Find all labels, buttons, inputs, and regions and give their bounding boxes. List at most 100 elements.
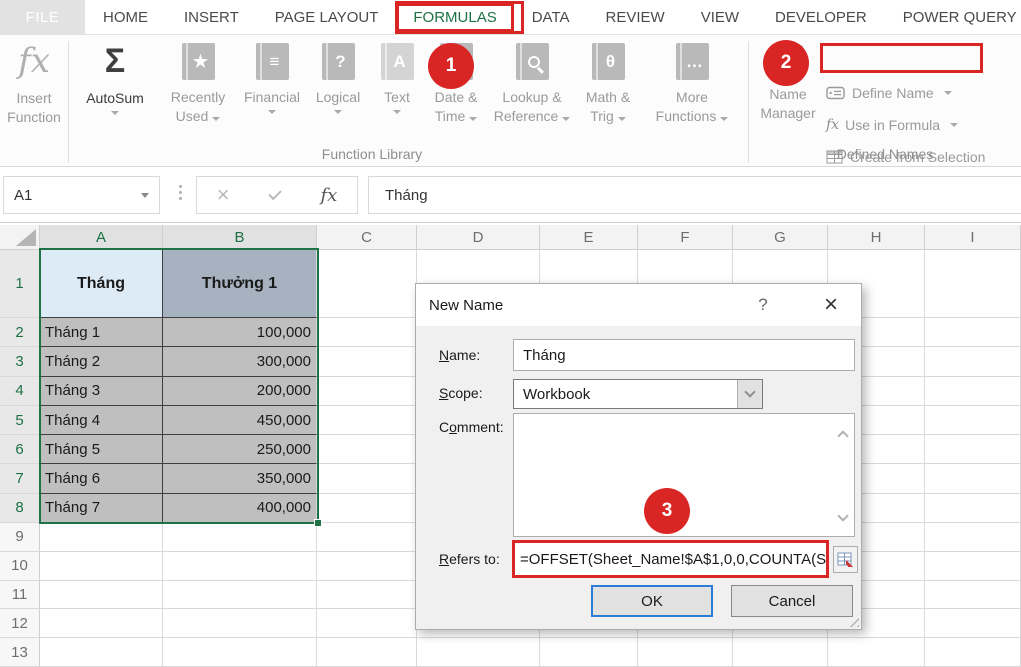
column-header-H[interactable]: H (828, 225, 925, 250)
tab-review[interactable]: REVIEW (588, 3, 683, 32)
row-header-5[interactable]: 5 (0, 406, 40, 435)
scope-dropdown-arrow-button[interactable] (737, 380, 762, 408)
scroll-up-icon[interactable] (837, 430, 848, 441)
row-header-9[interactable]: 9 (0, 523, 40, 552)
row-header-10[interactable]: 10 (0, 552, 40, 581)
column-header-C[interactable]: C (317, 225, 417, 250)
row-header-11[interactable]: 11 (0, 581, 40, 610)
cell-B5[interactable]: 450,000 (163, 406, 317, 435)
tab-home[interactable]: HOME (85, 3, 166, 32)
row-header-7[interactable]: 7 (0, 464, 40, 493)
row-header-6[interactable]: 6 (0, 435, 40, 464)
define-name-button[interactable]: Define Name (826, 81, 952, 105)
row-header-8[interactable]: 8 (0, 494, 40, 523)
cell-A13[interactable] (40, 638, 163, 667)
insert-function-button[interactable]: fx Insert Function (2, 41, 66, 163)
tab-developer[interactable]: DEVELOPER (757, 3, 885, 32)
cell-C13[interactable] (317, 638, 417, 667)
cell-I1[interactable] (925, 250, 1021, 318)
cell-G13[interactable] (733, 638, 828, 667)
use-in-formula-button[interactable]: fx Use in Formula (826, 113, 958, 137)
cell-I6[interactable] (925, 435, 1021, 464)
help-button[interactable]: ? (750, 292, 776, 318)
column-header-G[interactable]: G (733, 225, 828, 250)
formula-input[interactable]: Tháng (368, 176, 1021, 214)
cell-I9[interactable] (925, 523, 1021, 552)
close-button[interactable]: × (816, 290, 846, 320)
cell-B2[interactable]: 100,000 (163, 318, 317, 347)
cancel-entry-icon[interactable]: × (217, 185, 230, 205)
cell-H13[interactable] (828, 638, 925, 667)
cell-C2[interactable] (317, 318, 417, 347)
select-all-corner[interactable] (0, 225, 40, 250)
column-header-D[interactable]: D (417, 225, 540, 250)
tab-view[interactable]: VIEW (683, 3, 757, 32)
cell-A4[interactable]: Tháng 3 (40, 377, 163, 406)
collapse-dialog-button[interactable] (833, 546, 858, 573)
cell-E13[interactable] (540, 638, 638, 667)
more-functions-button[interactable]: … More Functions (642, 41, 742, 163)
cell-F13[interactable] (638, 638, 733, 667)
cell-C12[interactable] (317, 609, 417, 638)
cell-A3[interactable]: Tháng 2 (40, 347, 163, 376)
cell-I8[interactable] (925, 494, 1021, 523)
cell-C9[interactable] (317, 523, 417, 552)
cell-C8[interactable] (317, 494, 417, 523)
cell-I13[interactable] (925, 638, 1021, 667)
cell-C10[interactable] (317, 552, 417, 581)
lookup-reference-button[interactable]: Lookup & Reference (490, 41, 574, 163)
cell-C3[interactable] (317, 347, 417, 376)
cancel-button[interactable]: Cancel (731, 585, 853, 617)
column-header-B[interactable]: B (163, 225, 317, 250)
cell-A12[interactable] (40, 609, 163, 638)
column-header-E[interactable]: E (540, 225, 638, 250)
cell-A2[interactable]: Tháng 1 (40, 318, 163, 347)
cell-C5[interactable] (317, 406, 417, 435)
column-header-I[interactable]: I (925, 225, 1021, 250)
row-header-3[interactable]: 3 (0, 347, 40, 376)
ok-button[interactable]: OK (591, 585, 713, 617)
cell-C6[interactable] (317, 435, 417, 464)
cell-A8[interactable]: Tháng 7 (40, 494, 163, 523)
cell-B11[interactable] (163, 581, 317, 610)
cell-A10[interactable] (40, 552, 163, 581)
cell-B1[interactable]: Thưởng 1 (163, 250, 317, 318)
cell-B8[interactable]: 400,000 (163, 494, 317, 523)
formula-bar-drag-dots-icon[interactable] (179, 185, 182, 188)
financial-button[interactable]: ≡ Financial (238, 41, 306, 163)
name-field[interactable]: Tháng (513, 339, 855, 371)
cell-A6[interactable]: Tháng 5 (40, 435, 163, 464)
cell-B3[interactable]: 300,000 (163, 347, 317, 376)
cell-I2[interactable] (925, 318, 1021, 347)
refers-to-field[interactable]: =OFFSET(Sheet_Name!$A$1,0,0,COUNTA(S (520, 551, 826, 568)
cell-A1[interactable]: Tháng (40, 250, 163, 318)
cell-I3[interactable] (925, 347, 1021, 376)
row-header-4[interactable]: 4 (0, 377, 40, 406)
cell-I5[interactable] (925, 406, 1021, 435)
cell-C11[interactable] (317, 581, 417, 610)
cell-I11[interactable] (925, 581, 1021, 610)
name-box[interactable]: A1 (3, 176, 160, 214)
cell-C7[interactable] (317, 464, 417, 493)
dialog-title-bar[interactable]: New Name (416, 284, 861, 326)
cell-I12[interactable] (925, 609, 1021, 638)
row-header-12[interactable]: 12 (0, 609, 40, 638)
row-header-1[interactable]: 1 (0, 250, 40, 318)
text-button[interactable]: A Text (370, 41, 424, 163)
tab-file[interactable]: FILE (0, 0, 85, 35)
math-trig-button[interactable]: θ Math & Trig (576, 41, 640, 163)
cell-B6[interactable]: 250,000 (163, 435, 317, 464)
cell-A7[interactable]: Tháng 6 (40, 464, 163, 493)
cell-I4[interactable] (925, 377, 1021, 406)
tab-page-layout[interactable]: PAGE LAYOUT (257, 3, 397, 32)
cell-A9[interactable] (40, 523, 163, 552)
cell-I10[interactable] (925, 552, 1021, 581)
cell-A11[interactable] (40, 581, 163, 610)
scope-dropdown[interactable]: Workbook (513, 379, 763, 409)
cell-C1[interactable] (317, 250, 417, 318)
logical-button[interactable]: ? Logical (308, 41, 368, 163)
column-header-F[interactable]: F (638, 225, 733, 250)
cell-C4[interactable] (317, 377, 417, 406)
row-header-2[interactable]: 2 (0, 318, 40, 347)
tab-insert[interactable]: INSERT (166, 3, 257, 32)
